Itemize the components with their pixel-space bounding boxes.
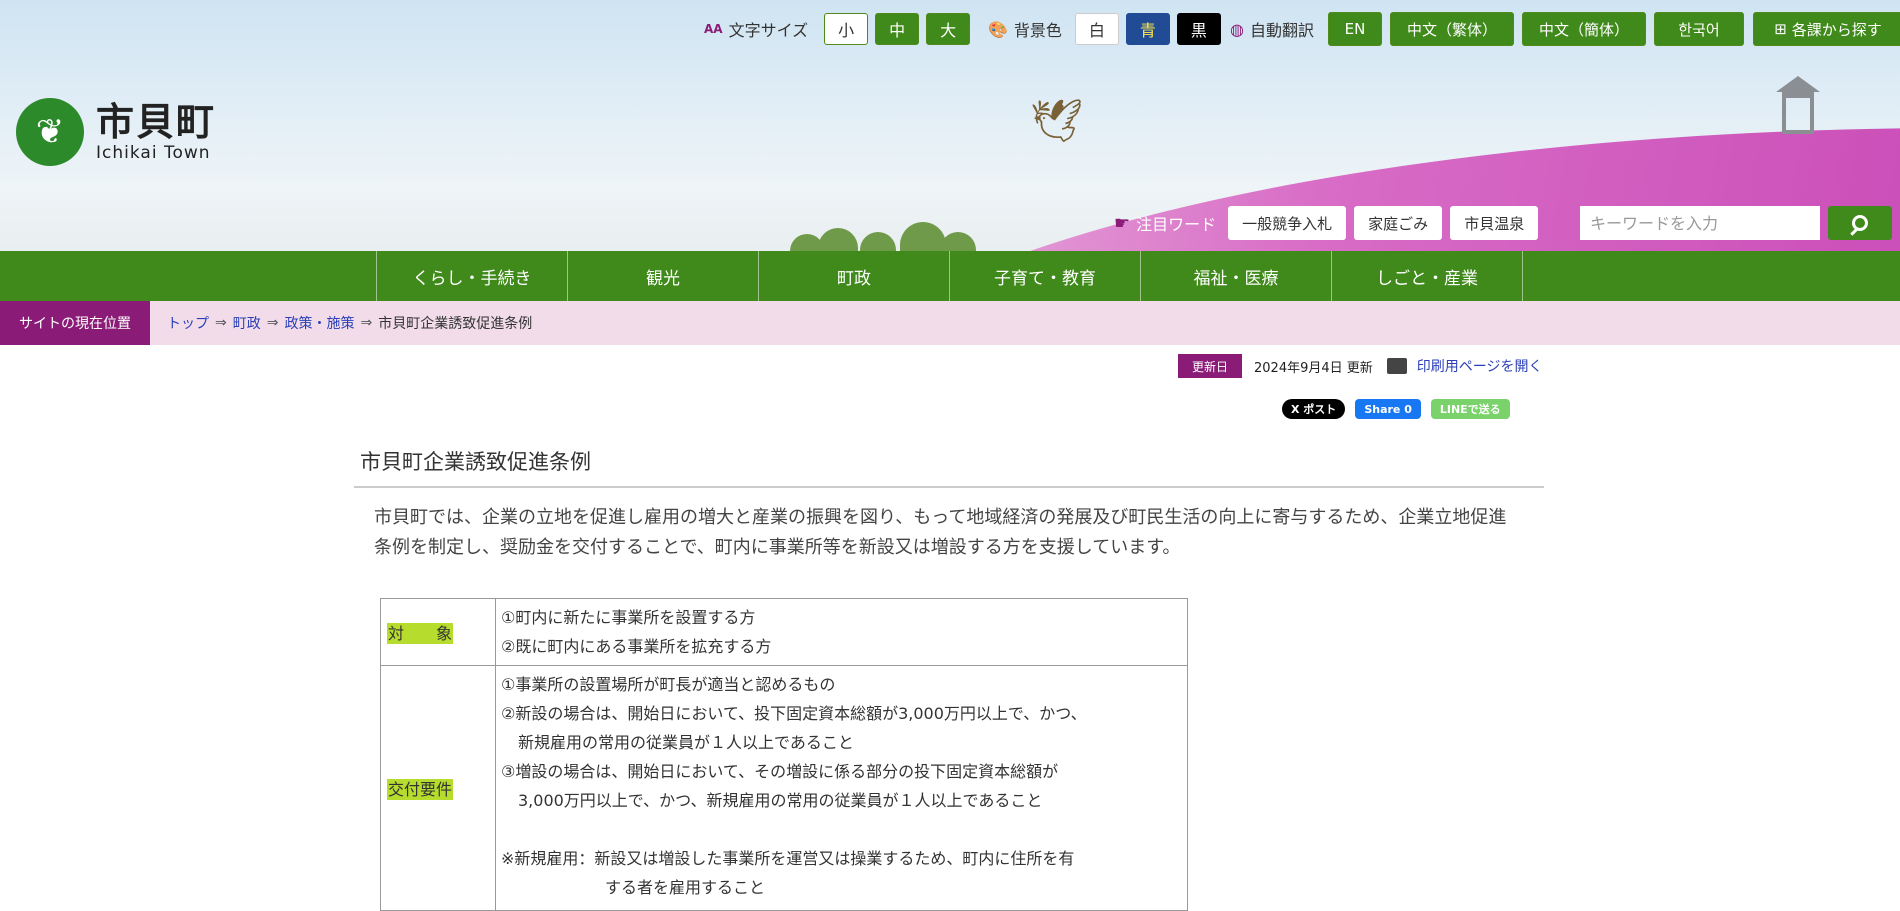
share-buttons: X ポスト Share 0 LINEで送る <box>1272 399 1510 419</box>
font-size-large-button[interactable]: 大 <box>926 13 971 45</box>
town-emblem-icon: ❦ <box>16 98 84 166</box>
target-line-1: ①町内に新たに事業所を設置する方 <box>501 608 756 627</box>
print-link[interactable]: 印刷用ページを開く <box>1386 356 1543 376</box>
globe-icon: ◍ <box>1230 19 1244 39</box>
lang-en-button[interactable]: EN <box>1327 12 1382 46</box>
title-divider <box>354 486 1544 488</box>
page-title: 市貝町企業誘致促進条例 <box>360 450 591 474</box>
translation-label: 自動翻訳 <box>1249 21 1314 40</box>
background-color-label: 背景色 <box>1013 21 1062 40</box>
pointing-hand-icon: ☛ <box>1114 212 1131 234</box>
table-row: 対 象 ①町内に新たに事業所を設置する方 ②既に町内にある事業所を拡充する方 <box>380 598 1188 666</box>
requirement-line-2b: 新規雇用の常用の従業員が１人以上であること <box>518 733 854 752</box>
search-icon <box>1852 215 1868 231</box>
hotwords: ☛ 注目ワード 一般競争入札 家庭ごみ 市貝温泉 <box>1114 206 1546 240</box>
updated-date: 2024年9月4日 更新 <box>1254 360 1373 376</box>
requirements-heading: 交付要件 <box>387 779 454 800</box>
sitemap-icon: ⊞ <box>1774 20 1787 38</box>
breadcrumb-link-policy[interactable]: 政策・施策 <box>284 313 354 333</box>
page-meta: 更新日 2024年9月4日 更新 印刷用ページを開く <box>1178 354 1543 378</box>
nav-item-welfare[interactable]: 福祉・医療 <box>1141 251 1332 301</box>
nav-item-living[interactable]: くらし・手続き <box>377 251 568 301</box>
lang-ko-button[interactable]: 한국어 <box>1653 12 1744 46</box>
breadcrumb-label: サイトの現在位置 <box>0 301 150 345</box>
breadcrumb: サイトの現在位置 トップ ⇒ 町政 ⇒ 政策・施策 ⇒ 市貝町企業誘致促進条例 <box>0 301 1900 345</box>
printer-icon <box>1386 358 1407 374</box>
translation-control: ◍ 自動翻訳 EN 中文（繁体） 中文（簡体） 한국어 <box>1230 12 1744 46</box>
dept-search-button[interactable]: ⊞ 各課から探す <box>1753 12 1900 46</box>
font-size-icon: AA <box>704 22 723 36</box>
updated-badge: 更新日 <box>1178 354 1243 378</box>
trees-illustration <box>790 214 990 251</box>
hotword-onsen[interactable]: 市貝温泉 <box>1450 206 1539 240</box>
font-size-control: AA 文字サイズ 小 中 大 <box>704 12 971 46</box>
lang-zh-hant-button[interactable]: 中文（繁体） <box>1389 12 1514 46</box>
requirement-note-a: ※新規雇用：新設又は増設した事業所を運営又は操業するため、町内に住所を有 <box>501 849 1075 868</box>
bird-illustration: 🕊 <box>1030 96 1084 145</box>
requirement-line-2a: ②新設の場合は、開始日において、投下固定資本総額が3,000万円以上で、かつ、 <box>501 704 1087 723</box>
hotword-bidding[interactable]: 一般競争入札 <box>1228 206 1347 240</box>
x-post-button[interactable]: X ポスト <box>1282 399 1346 419</box>
lang-zh-hans-button[interactable]: 中文（簡体） <box>1521 12 1646 46</box>
breadcrumb-separator: ⇒ <box>215 315 227 331</box>
hotword-garbage[interactable]: 家庭ごみ <box>1354 206 1443 240</box>
breadcrumb-separator: ⇒ <box>266 315 279 331</box>
font-size-small-button[interactable]: 小 <box>824 13 869 45</box>
nav-item-government[interactable]: 町政 <box>759 251 950 301</box>
breadcrumb-link-top[interactable]: トップ <box>167 313 209 333</box>
target-heading: 対 象 <box>387 623 454 644</box>
bg-black-button[interactable]: 黒 <box>1176 13 1221 45</box>
logo-name-en: Ichikai Town <box>96 143 211 163</box>
logo-name-jp: 市貝町 <box>96 100 217 144</box>
site-header: 🕊 ❦ 市貝町 Ichikai Town AA 文字サイズ 小 中 大 🎨 背景… <box>0 0 1900 251</box>
facebook-share-button[interactable]: Share 0 <box>1355 399 1421 419</box>
nav-item-tourism[interactable]: 観光 <box>568 251 759 301</box>
nav-item-work[interactable]: しごと・産業 <box>1332 251 1523 301</box>
global-nav: くらし・手続き 観光 町政 子育て・教育 福祉・医療 しごと・産業 <box>0 251 1900 301</box>
search-button[interactable] <box>1828 206 1892 240</box>
requirement-line-3b: 3,000万円以上で、かつ、新規雇用の常用の従業員が１人以上であること <box>518 791 1043 810</box>
bg-white-button[interactable]: 白 <box>1074 13 1119 45</box>
background-color-control: 🎨 背景色 白 青 黒 <box>988 12 1221 46</box>
table-row: 交付要件 ①事業所の設置場所が町長が適当と認めるもの ②新設の場合は、開始日にお… <box>380 665 1188 911</box>
nav-item-childcare[interactable]: 子育て・教育 <box>950 251 1141 301</box>
bg-blue-button[interactable]: 青 <box>1125 13 1170 45</box>
requirement-line-3a: ③増設の場合は、開始日において、その増設に係る部分の投下固定資本総額が <box>501 762 1059 781</box>
hotwords-label: 注目ワード <box>1136 215 1217 234</box>
requirement-note-b: する者を雇用すること <box>605 878 766 897</box>
site-logo[interactable]: ❦ 市貝町 Ichikai Town <box>16 98 216 166</box>
breadcrumb-current: 市貝町企業誘致促進条例 <box>378 316 533 332</box>
breadcrumb-separator: ⇒ <box>360 315 373 331</box>
search-input[interactable] <box>1580 206 1820 240</box>
palette-icon: 🎨 <box>988 19 1008 39</box>
lead-paragraph: 市貝町では、企業の立地を促進し雇用の増大と産業の振興を図り、もって地域経済の発展… <box>374 507 1507 558</box>
line-share-button[interactable]: LINEで送る <box>1430 399 1510 419</box>
requirement-line-1: ①事業所の設置場所が町長が適当と認めるもの <box>501 675 836 694</box>
conditions-table: 対 象 ①町内に新たに事業所を設置する方 ②既に町内にある事業所を拡充する方 交… <box>380 598 1188 911</box>
breadcrumb-link-government[interactable]: 町政 <box>233 313 261 333</box>
font-size-medium-button[interactable]: 中 <box>875 13 920 45</box>
tower-illustration <box>1776 76 1820 134</box>
target-line-2: ②既に町内にある事業所を拡充する方 <box>501 637 772 656</box>
font-size-label: 文字サイズ <box>728 21 809 40</box>
